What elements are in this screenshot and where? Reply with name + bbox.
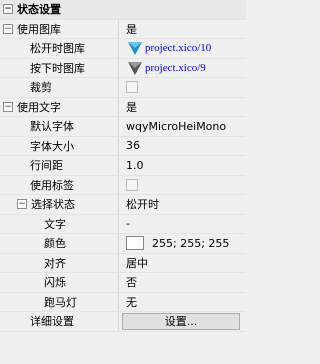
prop-color[interactable]: 颜色 255; 255; 255 (0, 234, 246, 254)
prop-label: 文字 (44, 217, 66, 231)
prop-pressed-image[interactable]: 按下时图库 project.xico/9 (0, 58, 246, 78)
prop-value[interactable]: 36 (120, 136, 246, 155)
image-path: project.xico/9 (145, 61, 206, 74)
prop-label: 使用文字 (17, 100, 61, 114)
prop-label: 默认字体 (30, 120, 74, 134)
prop-label: 选择状态 (31, 198, 75, 212)
collapse-toggle[interactable]: − (3, 23, 13, 34)
section-title: 状态设置 (17, 3, 61, 17)
image-value[interactable]: project.xico/9 (126, 59, 206, 77)
prop-detail-settings[interactable]: 详细设置 设置... (0, 312, 246, 332)
prop-label: 颜色 (44, 237, 66, 251)
image-path: project.xico/10 (145, 42, 212, 55)
prop-normal-image[interactable]: 松开时图库 project.xico/10 (0, 39, 246, 59)
prop-label: 按下时图库 (30, 61, 85, 75)
image-value[interactable]: project.xico/10 (126, 39, 211, 57)
collapse-toggle[interactable]: − (3, 101, 13, 112)
prop-label: 行间距 (30, 159, 63, 173)
prop-label: 松开时图库 (30, 42, 85, 56)
prop-use-text[interactable]: − 使用文字 是 (0, 97, 246, 117)
use-label-checkbox[interactable] (126, 178, 138, 191)
settings-button[interactable]: 设置... (122, 312, 240, 330)
prop-value[interactable]: 1.0 (120, 156, 246, 175)
image-thumbnail-icon (128, 42, 142, 56)
image-thumbnail-icon (128, 61, 142, 75)
crop-checkbox[interactable] (126, 81, 138, 94)
prop-crop[interactable]: 裁剪 (0, 78, 246, 98)
prop-value[interactable]: wqyMicroHeiMono (120, 117, 246, 136)
prop-label: 使用图库 (17, 22, 61, 36)
prop-line-spacing[interactable]: 行间距 1.0 (0, 156, 246, 176)
prop-value[interactable]: - (120, 214, 246, 233)
prop-label: 裁剪 (30, 81, 52, 95)
prop-value[interactable]: 是 (120, 97, 246, 116)
prop-text[interactable]: 文字 - (0, 214, 246, 234)
prop-blink[interactable]: 闪烁 否 (0, 273, 246, 293)
prop-label: 跑马灯 (44, 295, 77, 309)
collapse-toggle[interactable]: − (3, 4, 13, 15)
prop-value[interactable]: 是 (120, 19, 246, 38)
prop-marquee[interactable]: 跑马灯 无 (0, 292, 246, 312)
color-swatch[interactable] (126, 236, 144, 251)
prop-label: 对齐 (44, 256, 66, 270)
collapse-toggle[interactable]: − (17, 199, 27, 210)
prop-use-label[interactable]: 使用标签 (0, 175, 246, 195)
prop-value[interactable]: 否 (120, 273, 246, 292)
prop-select-state[interactable]: − 选择状态 松开时 (0, 195, 246, 215)
section-status-settings[interactable]: − 状态设置 (0, 0, 246, 20)
prop-value[interactable]: 居中 (120, 253, 246, 272)
prop-label: 闪烁 (44, 276, 66, 290)
property-grid: − 状态设置 − 使用图库 是 松开时图库 project.xico/10 按下… (0, 0, 246, 332)
color-value: 255; 255; 255 (152, 236, 230, 250)
prop-default-font[interactable]: 默认字体 wqyMicroHeiMono (0, 117, 246, 137)
prop-value[interactable]: 松开时 (120, 195, 246, 214)
prop-use-image[interactable]: − 使用图库 是 (0, 19, 246, 39)
prop-align[interactable]: 对齐 居中 (0, 253, 246, 273)
prop-label: 字体大小 (30, 139, 74, 153)
prop-label: 使用标签 (30, 178, 74, 192)
prop-font-size[interactable]: 字体大小 36 (0, 136, 246, 156)
prop-value[interactable]: 无 (120, 292, 246, 311)
prop-label: 详细设置 (30, 315, 74, 329)
